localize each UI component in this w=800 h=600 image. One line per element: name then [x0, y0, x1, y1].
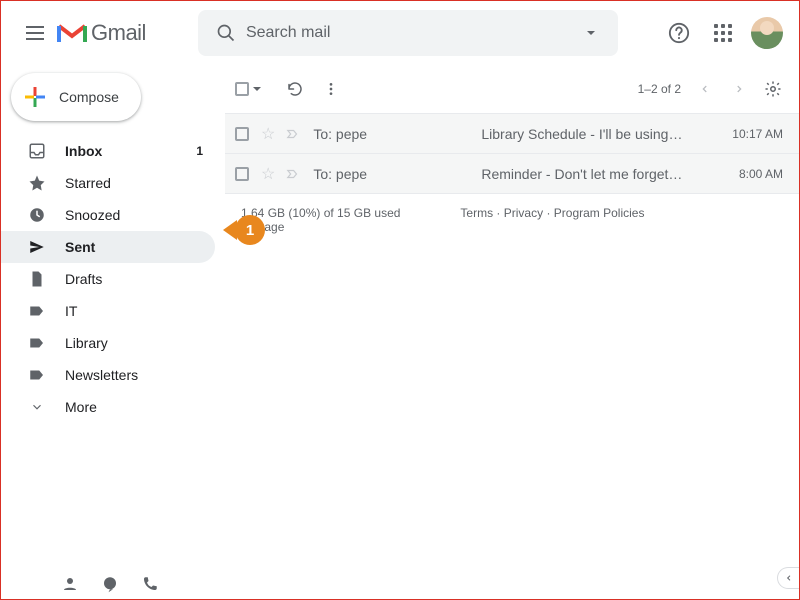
sidebar-item-label: Inbox [65, 143, 196, 159]
star-toggle[interactable]: ☆ [261, 164, 275, 184]
apps-grid-icon [714, 24, 732, 42]
importance-marker[interactable] [285, 127, 301, 141]
support-button[interactable] [659, 13, 699, 53]
sidebar-item-count: 1 [196, 144, 203, 158]
label-icon [27, 333, 47, 353]
plus-icon [23, 85, 47, 109]
sidebar-item-library[interactable]: Library [1, 327, 215, 359]
clock-icon [27, 205, 47, 225]
message-checkbox[interactable] [235, 167, 249, 181]
hangouts-icon [101, 575, 119, 593]
importance-marker[interactable] [285, 167, 301, 181]
hamburger-icon [26, 26, 44, 40]
select-dropdown[interactable] [253, 87, 261, 91]
phone-button[interactable] [141, 575, 159, 593]
message-time: 10:17 AM [732, 127, 783, 141]
sidebar-item-it[interactable]: IT [1, 295, 215, 327]
privacy-link[interactable]: Privacy [504, 206, 543, 220]
message-sender: To: pepe [313, 166, 481, 182]
phone-icon [141, 575, 159, 593]
search-button[interactable] [206, 13, 246, 53]
list-toolbar: 1–2 of 2 [225, 65, 799, 113]
message-checkbox[interactable] [235, 127, 249, 141]
label-icon [27, 301, 47, 321]
sidebar-item-more[interactable]: More [1, 391, 215, 423]
main-menu-button[interactable] [15, 13, 55, 53]
compose-button[interactable]: Compose [11, 73, 141, 121]
sidebar-item-label: Starred [65, 175, 203, 191]
annotation-callout: 1 [223, 215, 265, 245]
program-policies-link[interactable]: Program Policies [554, 206, 645, 220]
chevron-right-icon [734, 84, 744, 94]
sidebar: Compose Inbox 1 Starred Snoozed Sent [1, 65, 225, 571]
prev-page-button[interactable] [695, 79, 715, 99]
gmail-m-icon [57, 22, 87, 44]
sidebar-item-label: Library [65, 335, 203, 351]
footer-info: 1.64 GB (10%) of 15 GB used Manage Terms… [225, 194, 799, 246]
message-row[interactable]: ☆ To: pepe Library Schedule - I'll be us… [225, 114, 799, 154]
search-input[interactable] [246, 24, 570, 42]
next-page-button[interactable] [729, 79, 749, 99]
chevron-left-icon [785, 574, 793, 582]
sidebar-item-newsletters[interactable]: Newsletters [1, 359, 215, 391]
sidebar-item-snoozed[interactable]: Snoozed [1, 199, 215, 231]
account-avatar[interactable] [751, 17, 783, 49]
page-range: 1–2 of 2 [638, 82, 681, 96]
hangouts-bar [1, 569, 799, 599]
app-header: Gmail [1, 1, 799, 65]
drafts-icon [27, 269, 47, 289]
person-icon [61, 575, 79, 593]
help-icon [668, 22, 690, 44]
gear-icon [764, 80, 782, 98]
sidebar-item-label: IT [65, 303, 203, 319]
message-list: ☆ To: pepe Library Schedule - I'll be us… [225, 113, 799, 194]
sidebar-item-starred[interactable]: Starred [1, 167, 215, 199]
message-sender: To: pepe [313, 126, 481, 142]
inbox-icon [27, 141, 47, 161]
terms-link[interactable]: Terms [460, 206, 493, 220]
hangouts-button[interactable] [101, 575, 119, 593]
more-vert-icon [323, 81, 339, 97]
sidebar-item-label: Drafts [65, 271, 203, 287]
settings-button[interactable] [763, 79, 783, 99]
more-actions-button[interactable] [321, 79, 341, 99]
main-panel: 1–2 of 2 ☆ To: pepe Library Schedule - I… [225, 65, 799, 571]
sidebar-item-inbox[interactable]: Inbox 1 [1, 135, 215, 167]
caret-down-icon [587, 31, 595, 35]
refresh-icon [286, 80, 304, 98]
annotation-number: 1 [235, 215, 265, 245]
folder-nav: Inbox 1 Starred Snoozed Sent Drafts I [1, 135, 225, 423]
select-all-checkbox[interactable] [235, 82, 249, 96]
chevron-left-icon [700, 84, 710, 94]
message-time: 8:00 AM [739, 167, 783, 181]
star-icon [27, 173, 47, 193]
sidebar-item-label: Newsletters [65, 367, 203, 383]
refresh-button[interactable] [285, 79, 305, 99]
chevron-down-icon [27, 397, 47, 417]
message-subject-line: Reminder - Don't let me forget… [481, 166, 727, 182]
side-panel-toggle[interactable] [777, 567, 799, 589]
search-icon [216, 23, 236, 43]
message-subject-line: Library Schedule - I'll be using… [481, 126, 720, 142]
sidebar-item-label: More [65, 399, 203, 415]
gmail-logo[interactable]: Gmail [57, 20, 146, 46]
google-apps-button[interactable] [703, 13, 743, 53]
search-options-button[interactable] [570, 13, 610, 53]
sidebar-item-label: Snoozed [65, 207, 203, 223]
star-toggle[interactable]: ☆ [261, 124, 275, 144]
sidebar-item-label: Sent [65, 239, 203, 255]
message-row[interactable]: ☆ To: pepe Reminder - Don't let me forge… [225, 154, 799, 194]
contacts-button[interactable] [61, 575, 79, 593]
app-name-label: Gmail [91, 20, 146, 46]
sidebar-item-sent[interactable]: Sent [1, 231, 215, 263]
sidebar-item-drafts[interactable]: Drafts [1, 263, 215, 295]
send-icon [27, 237, 47, 257]
compose-label: Compose [59, 89, 119, 105]
label-icon [27, 365, 47, 385]
search-bar [198, 10, 618, 56]
